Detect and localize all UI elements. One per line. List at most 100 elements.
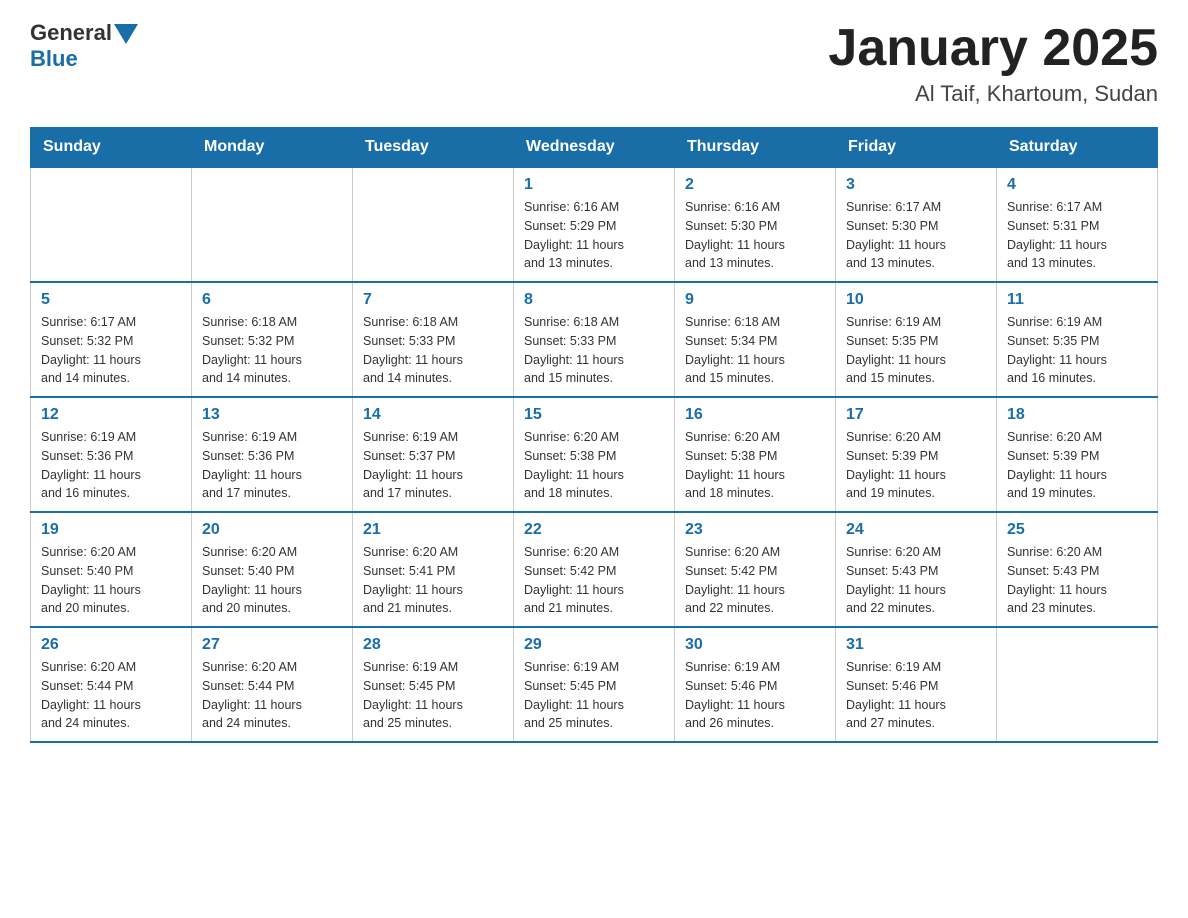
weekday-header-tuesday: Tuesday <box>353 128 514 168</box>
weekday-header-thursday: Thursday <box>675 128 836 168</box>
day-number: 26 <box>41 636 181 654</box>
weekday-header-friday: Friday <box>836 128 997 168</box>
calendar-cell: 11 Sunrise: 6:19 AM Sunset: 5:35 PM Dayli… <box>997 282 1158 397</box>
day-number: 15 <box>524 406 664 424</box>
logo-triangle-icon <box>114 24 138 44</box>
day-info: Sunrise: 6:19 AM Sunset: 5:46 PM Dayligh… <box>846 658 986 733</box>
day-info: Sunrise: 6:19 AM Sunset: 5:35 PM Dayligh… <box>1007 313 1147 388</box>
calendar-cell: 22 Sunrise: 6:20 AM Sunset: 5:42 PM Dayli… <box>514 512 675 627</box>
calendar-cell: 15 Sunrise: 6:20 AM Sunset: 5:38 PM Dayli… <box>514 397 675 512</box>
day-number: 8 <box>524 291 664 309</box>
day-info: Sunrise: 6:19 AM Sunset: 5:37 PM Dayligh… <box>363 428 503 503</box>
logo-blue-text: Blue <box>30 46 78 72</box>
weekday-header-saturday: Saturday <box>997 128 1158 168</box>
day-info: Sunrise: 6:20 AM Sunset: 5:38 PM Dayligh… <box>685 428 825 503</box>
day-info: Sunrise: 6:20 AM Sunset: 5:44 PM Dayligh… <box>41 658 181 733</box>
calendar-cell: 1 Sunrise: 6:16 AM Sunset: 5:29 PM Daylig… <box>514 167 675 282</box>
calendar-cell <box>353 167 514 282</box>
day-number: 9 <box>685 291 825 309</box>
calendar-cell: 13 Sunrise: 6:19 AM Sunset: 5:36 PM Dayli… <box>192 397 353 512</box>
day-info: Sunrise: 6:20 AM Sunset: 5:43 PM Dayligh… <box>846 543 986 618</box>
day-number: 19 <box>41 521 181 539</box>
calendar-cell: 25 Sunrise: 6:20 AM Sunset: 5:43 PM Dayli… <box>997 512 1158 627</box>
day-number: 28 <box>363 636 503 654</box>
day-info: Sunrise: 6:20 AM Sunset: 5:39 PM Dayligh… <box>846 428 986 503</box>
calendar-cell: 16 Sunrise: 6:20 AM Sunset: 5:38 PM Dayli… <box>675 397 836 512</box>
day-info: Sunrise: 6:19 AM Sunset: 5:36 PM Dayligh… <box>41 428 181 503</box>
day-info: Sunrise: 6:17 AM Sunset: 5:32 PM Dayligh… <box>41 313 181 388</box>
day-number: 23 <box>685 521 825 539</box>
day-number: 4 <box>1007 176 1147 194</box>
day-number: 11 <box>1007 291 1147 309</box>
day-info: Sunrise: 6:20 AM Sunset: 5:42 PM Dayligh… <box>524 543 664 618</box>
day-number: 17 <box>846 406 986 424</box>
calendar-cell: 3Sunrise: 6:17 AM Sunset: 5:30 PM Daylig… <box>836 167 997 282</box>
day-number: 25 <box>1007 521 1147 539</box>
day-info: Sunrise: 6:18 AM Sunset: 5:34 PM Dayligh… <box>685 313 825 388</box>
calendar-cell: 18 Sunrise: 6:20 AM Sunset: 5:39 PM Dayli… <box>997 397 1158 512</box>
calendar-cell: 6 Sunrise: 6:18 AM Sunset: 5:32 PM Daylig… <box>192 282 353 397</box>
calendar-cell: 9 Sunrise: 6:18 AM Sunset: 5:34 PM Daylig… <box>675 282 836 397</box>
week-row-5: 26 Sunrise: 6:20 AM Sunset: 5:44 PM Dayli… <box>31 627 1158 742</box>
day-number: 3 <box>846 176 986 194</box>
day-info: Sunrise: 6:19 AM Sunset: 5:45 PM Dayligh… <box>363 658 503 733</box>
page-header: General Blue January 2025 Al Taif, Khart… <box>30 20 1158 107</box>
day-info: Sunrise: 6:19 AM Sunset: 5:35 PM Dayligh… <box>846 313 986 388</box>
day-info: Sunrise: 6:19 AM Sunset: 5:36 PM Dayligh… <box>202 428 342 503</box>
day-info: Sunrise: 6:20 AM Sunset: 5:40 PM Dayligh… <box>202 543 342 618</box>
calendar-cell: 21 Sunrise: 6:20 AM Sunset: 5:41 PM Dayli… <box>353 512 514 627</box>
day-info: Sunrise: 6:20 AM Sunset: 5:44 PM Dayligh… <box>202 658 342 733</box>
calendar-cell: 28 Sunrise: 6:19 AM Sunset: 5:45 PM Dayli… <box>353 627 514 742</box>
logo: General Blue <box>30 20 138 72</box>
weekday-header-row: SundayMondayTuesdayWednesdayThursdayFrid… <box>31 128 1158 168</box>
calendar-cell <box>192 167 353 282</box>
calendar-table: SundayMondayTuesdayWednesdayThursdayFrid… <box>30 127 1158 743</box>
day-number: 21 <box>363 521 503 539</box>
day-number: 13 <box>202 406 342 424</box>
day-info: Sunrise: 6:20 AM Sunset: 5:43 PM Dayligh… <box>1007 543 1147 618</box>
logo-general-text: General <box>30 20 112 46</box>
day-number: 30 <box>685 636 825 654</box>
day-number: 6 <box>202 291 342 309</box>
week-row-1: 1 Sunrise: 6:16 AM Sunset: 5:29 PM Daylig… <box>31 167 1158 282</box>
day-info: Sunrise: 6:16 AM Sunset: 5:30 PM Dayligh… <box>685 198 825 273</box>
day-info: Sunrise: 6:20 AM Sunset: 5:41 PM Dayligh… <box>363 543 503 618</box>
day-info: Sunrise: 6:19 AM Sunset: 5:46 PM Dayligh… <box>685 658 825 733</box>
day-number: 7 <box>363 291 503 309</box>
calendar-cell: 29Sunrise: 6:19 AM Sunset: 5:45 PM Dayli… <box>514 627 675 742</box>
day-number: 16 <box>685 406 825 424</box>
calendar-cell: 10 Sunrise: 6:19 AM Sunset: 5:35 PM Dayli… <box>836 282 997 397</box>
calendar-cell: 31 Sunrise: 6:19 AM Sunset: 5:46 PM Dayli… <box>836 627 997 742</box>
day-number: 24 <box>846 521 986 539</box>
day-info: Sunrise: 6:18 AM Sunset: 5:33 PM Dayligh… <box>363 313 503 388</box>
calendar-cell: 5Sunrise: 6:17 AM Sunset: 5:32 PM Daylig… <box>31 282 192 397</box>
calendar-cell: 26 Sunrise: 6:20 AM Sunset: 5:44 PM Dayli… <box>31 627 192 742</box>
location-subtitle: Al Taif, Khartoum, Sudan <box>828 81 1158 107</box>
day-info: Sunrise: 6:20 AM Sunset: 5:38 PM Dayligh… <box>524 428 664 503</box>
day-info: Sunrise: 6:18 AM Sunset: 5:33 PM Dayligh… <box>524 313 664 388</box>
day-number: 1 <box>524 176 664 194</box>
day-info: Sunrise: 6:19 AM Sunset: 5:45 PM Dayligh… <box>524 658 664 733</box>
calendar-cell: 2 Sunrise: 6:16 AM Sunset: 5:30 PM Daylig… <box>675 167 836 282</box>
calendar-cell: 4 Sunrise: 6:17 AM Sunset: 5:31 PM Daylig… <box>997 167 1158 282</box>
week-row-4: 19 Sunrise: 6:20 AM Sunset: 5:40 PM Dayli… <box>31 512 1158 627</box>
calendar-cell: 7 Sunrise: 6:18 AM Sunset: 5:33 PM Daylig… <box>353 282 514 397</box>
day-info: Sunrise: 6:20 AM Sunset: 5:42 PM Dayligh… <box>685 543 825 618</box>
day-info: Sunrise: 6:16 AM Sunset: 5:29 PM Dayligh… <box>524 198 664 273</box>
weekday-header-monday: Monday <box>192 128 353 168</box>
calendar-cell: 12 Sunrise: 6:19 AM Sunset: 5:36 PM Dayli… <box>31 397 192 512</box>
day-number: 18 <box>1007 406 1147 424</box>
day-number: 31 <box>846 636 986 654</box>
day-info: Sunrise: 6:17 AM Sunset: 5:31 PM Dayligh… <box>1007 198 1147 273</box>
day-number: 27 <box>202 636 342 654</box>
day-number: 12 <box>41 406 181 424</box>
day-number: 22 <box>524 521 664 539</box>
day-number: 2 <box>685 176 825 194</box>
day-info: Sunrise: 6:18 AM Sunset: 5:32 PM Dayligh… <box>202 313 342 388</box>
calendar-cell: 23 Sunrise: 6:20 AM Sunset: 5:42 PM Dayli… <box>675 512 836 627</box>
month-title: January 2025 <box>828 20 1158 77</box>
day-info: Sunrise: 6:20 AM Sunset: 5:40 PM Dayligh… <box>41 543 181 618</box>
day-info: Sunrise: 6:20 AM Sunset: 5:39 PM Dayligh… <box>1007 428 1147 503</box>
day-number: 10 <box>846 291 986 309</box>
calendar-cell: 17 Sunrise: 6:20 AM Sunset: 5:39 PM Dayli… <box>836 397 997 512</box>
